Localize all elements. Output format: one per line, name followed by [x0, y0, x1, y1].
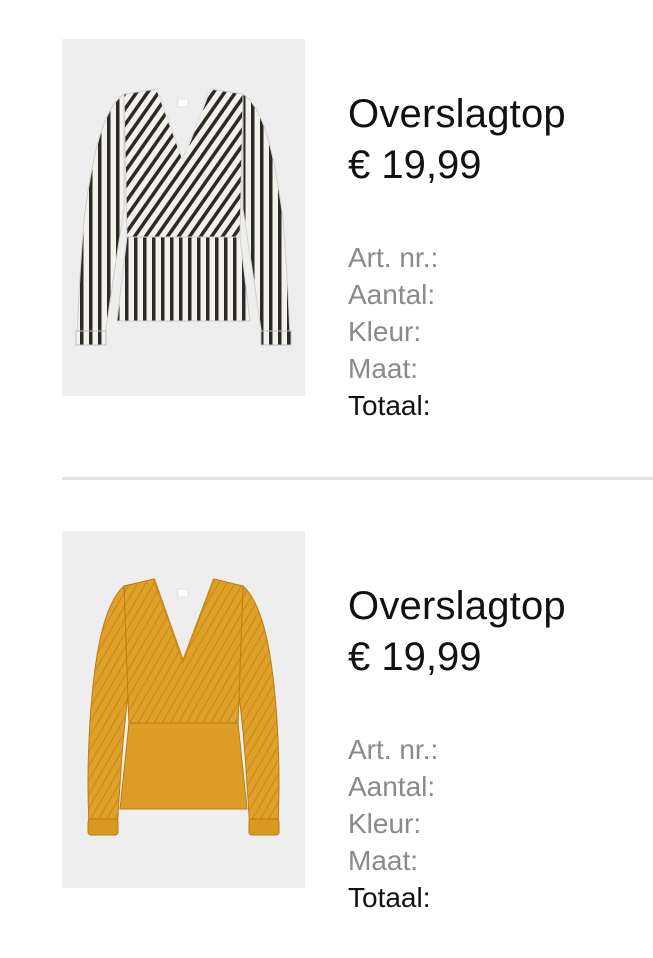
quantity-label: Aantal: — [348, 771, 436, 802]
color-label: Kleur: — [348, 316, 422, 347]
art-nr-label: Art. nr.: — [348, 242, 439, 273]
product-name[interactable]: Overslagtop — [348, 581, 648, 631]
total-label: Totaal: — [348, 390, 431, 421]
product-name[interactable]: Overslagtop — [348, 89, 648, 139]
product-price: € 19,99 — [348, 635, 482, 679]
quantity-label: Aantal: — [348, 279, 436, 310]
size-label: Maat: — [348, 353, 419, 384]
product-image-mustard-top[interactable] — [62, 531, 305, 888]
mustard-wrap-top-icon — [62, 531, 305, 888]
striped-wrap-top-icon — [62, 39, 305, 396]
product-details: Art. nr.: Aantal: Kleur: Maat: Totaal: — [348, 731, 648, 916]
product-info: Overslagtop € 19,99 Art. nr.: Aantal: Kl… — [348, 89, 648, 424]
product-price: € 19,99 — [348, 143, 482, 187]
total-label: Totaal: — [348, 882, 431, 913]
size-label: Maat: — [348, 845, 419, 876]
product-info: Overslagtop € 19,99 Art. nr.: Aantal: Kl… — [348, 581, 648, 916]
cart-items-page: Overslagtop € 19,99 Art. nr.: Aantal: Kl… — [0, 0, 653, 958]
color-label: Kleur: — [348, 808, 422, 839]
product-details: Art. nr.: Aantal: Kleur: Maat: Totaal: — [348, 239, 648, 424]
product-image-striped-top[interactable] — [62, 39, 305, 396]
art-nr-label: Art. nr.: — [348, 734, 439, 765]
item-divider — [62, 477, 653, 480]
